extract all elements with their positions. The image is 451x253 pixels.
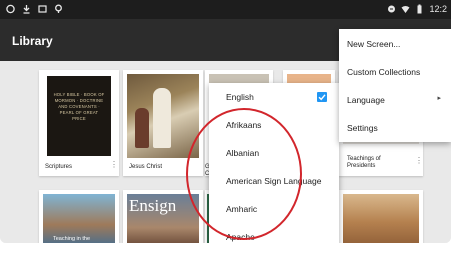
figure-illustration: [135, 108, 149, 148]
more-options-icon[interactable]: ⋮: [110, 160, 118, 169]
language-option-english[interactable]: English: [209, 83, 339, 110]
book-cover-scriptures: HOLY BIBLE · BOOK OF MORMON · DOCTRINE A…: [47, 76, 111, 156]
menu-item-language[interactable]: Language ▸: [339, 85, 451, 113]
status-time: 12:2: [429, 4, 447, 14]
menu-item-label: New Screen...: [347, 39, 401, 49]
battery-icon: [415, 4, 424, 14]
status-bar: 12:2: [0, 0, 451, 19]
book-cover: [343, 194, 419, 243]
book-card-teaching[interactable]: Teaching in the: [39, 190, 119, 243]
book-card-scriptures[interactable]: HOLY BIBLE · BOOK OF MORMON · DOCTRINE A…: [39, 70, 119, 176]
device-screen: 12:2 Library HOLY BIBLE · BOOK OF MORMON…: [0, 0, 451, 243]
book-cover-jesus-christ: [127, 74, 199, 158]
figure-illustration: [153, 88, 171, 148]
overflow-menu: New Screen... Custom Collections Languag…: [339, 29, 451, 142]
more-options-icon[interactable]: ⋮: [415, 156, 423, 165]
submenu-arrow-icon: ▸: [437, 95, 441, 102]
menu-item-new-screen[interactable]: New Screen...: [339, 29, 451, 57]
notification-icon: [6, 4, 15, 14]
book-label: Teachings of Presidents: [347, 156, 381, 169]
menu-item-label: Custom Collections: [347, 67, 421, 77]
location-icon: [54, 4, 63, 14]
cover-text: Ensign: [129, 196, 177, 215]
menu-item-label: Settings: [347, 123, 378, 133]
menu-item-settings[interactable]: Settings: [339, 113, 451, 141]
page-title: Library: [12, 34, 53, 48]
language-option-label: English: [226, 92, 254, 102]
book-card-warm[interactable]: [339, 190, 423, 243]
cover-text: Teaching in the: [53, 236, 90, 242]
menu-item-custom-collections[interactable]: Custom Collections: [339, 57, 451, 85]
checkbox-checked-icon[interactable]: [317, 92, 327, 102]
cover-text: HOLY BIBLE · BOOK OF MORMON · DOCTRINE A…: [53, 92, 105, 121]
annotation-circle: [186, 108, 302, 240]
image-icon: [38, 4, 47, 14]
book-label: Scriptures: [45, 164, 73, 170]
book-cover-teaching: Teaching in the: [43, 194, 115, 243]
menu-item-label: Language: [347, 95, 385, 105]
book-cover-ensign: Ensign: [127, 194, 199, 243]
wifi-icon: [401, 4, 410, 14]
download-icon: [22, 4, 31, 14]
book-label: Jesus Christ: [129, 164, 163, 170]
sync-icon: [387, 4, 396, 14]
